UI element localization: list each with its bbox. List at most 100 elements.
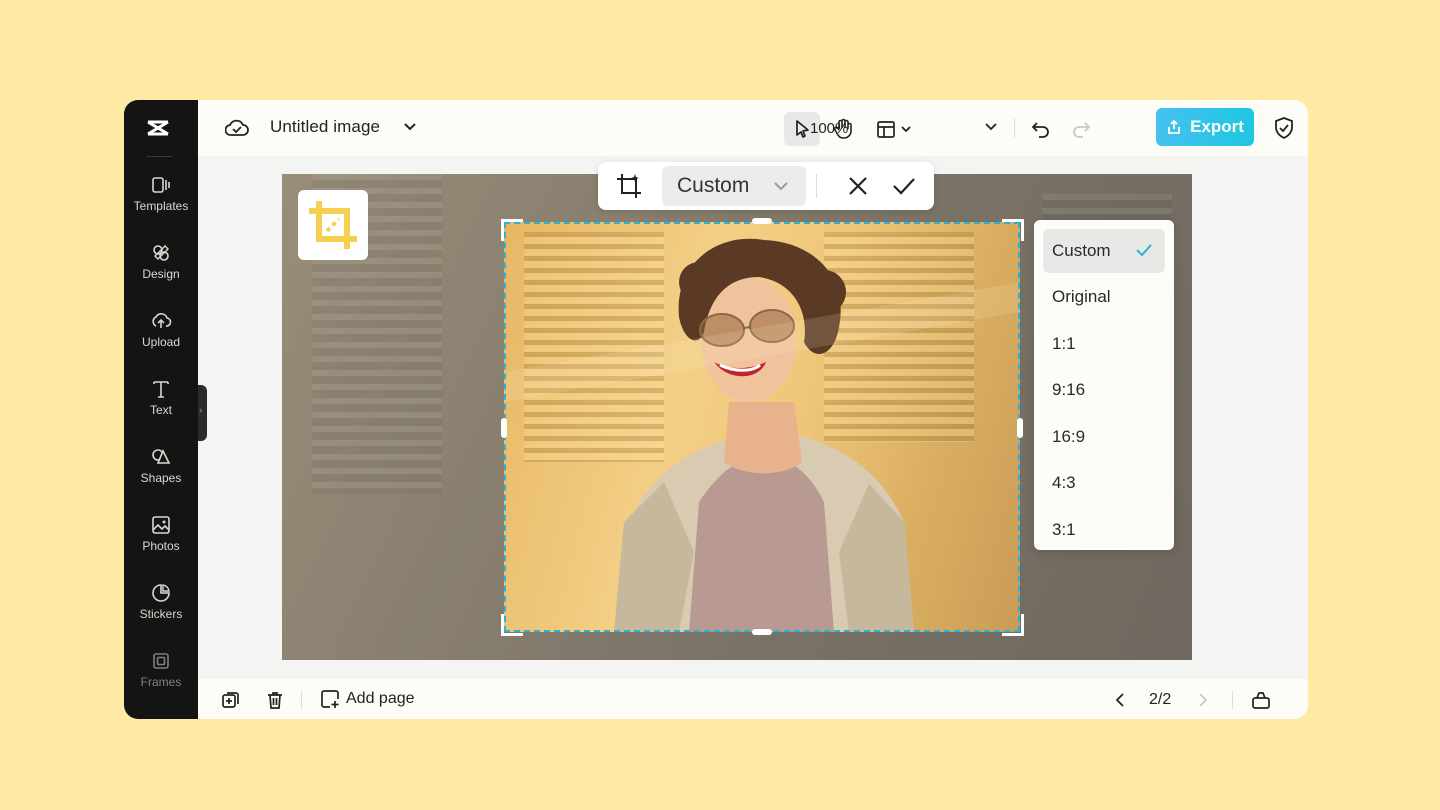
- frames-icon: [153, 653, 169, 669]
- bottom-toolbar: Add page 2/2: [198, 679, 1308, 719]
- zoom-chevron-down-icon[interactable]: [982, 118, 1000, 136]
- sidebar-item-label: Shapes: [140, 471, 182, 485]
- crop-corner-handle[interactable]: [501, 219, 523, 241]
- chevron-left-icon: [1115, 693, 1124, 707]
- ratio-option-original[interactable]: Original: [1043, 275, 1165, 319]
- document-title[interactable]: Untitled image: [270, 117, 380, 137]
- sidebar-item-frames[interactable]: Frames: [124, 650, 198, 706]
- ratio-option-label: 16:9: [1052, 427, 1086, 446]
- sidebar-item-label: Stickers: [139, 607, 183, 621]
- crop-corner-handle[interactable]: [1002, 219, 1024, 241]
- share-upload-icon: [1168, 119, 1180, 134]
- sidebar-item-templates[interactable]: Templates: [124, 174, 198, 230]
- crop-feature-badge: [298, 190, 368, 260]
- undo-icon: [1031, 122, 1049, 138]
- cloud-sync-icon[interactable]: [224, 116, 250, 140]
- text-icon: [153, 381, 169, 398]
- top-toolbar: Untitled image 100% Export: [198, 100, 1308, 156]
- ratio-option-label: Original: [1052, 287, 1111, 306]
- ratio-option-custom[interactable]: Custom: [1043, 229, 1165, 273]
- ratio-option-1-1[interactable]: 1:1: [1043, 322, 1165, 366]
- crop-sparkle-icon: [617, 174, 641, 198]
- zoom-level[interactable]: 100%: [810, 120, 848, 137]
- sidebar-item-label: Templates: [133, 199, 189, 213]
- sidebar: Templates Design Upload Text Shapes Phot…: [124, 100, 198, 719]
- app-logo-icon[interactable]: [144, 114, 172, 142]
- cancel-crop-button[interactable]: [844, 172, 872, 200]
- stickers-icon: [152, 584, 170, 602]
- duplicate-icon: [222, 692, 239, 708]
- crop-corner-handle[interactable]: [1002, 614, 1024, 636]
- crop-frame[interactable]: [504, 222, 1020, 632]
- layout-dropdown-button[interactable]: [870, 114, 918, 144]
- delete-page-button[interactable]: [264, 689, 286, 711]
- sidebar-item-label: Upload: [141, 335, 181, 349]
- ratio-option-label: 3:1: [1052, 520, 1076, 539]
- sidebar-item-label: Text: [149, 403, 172, 417]
- sidebar-item-label: Frames: [140, 675, 182, 689]
- add-page-label: Add page: [346, 690, 415, 707]
- sidebar-item-upload[interactable]: Upload: [124, 310, 198, 366]
- check-icon: [893, 178, 915, 195]
- upload-icon: [152, 313, 172, 328]
- crop-edge-handle-bottom[interactable]: [752, 629, 772, 635]
- ratio-option-16-9[interactable]: 16:9: [1043, 415, 1165, 459]
- templates-icon: [152, 177, 170, 193]
- title-chevron-down-icon[interactable]: [401, 118, 419, 136]
- aspect-ratio-menu: Custom Original 1:1 9:16 16:9 4:3 3:1: [1034, 220, 1174, 550]
- shapes-icon: [152, 449, 171, 464]
- chevron-down-icon: [774, 182, 788, 191]
- page-panel-toggle-button[interactable]: [1250, 689, 1272, 711]
- add-page-button[interactable]: Add page: [320, 689, 415, 709]
- crop-icon: [309, 201, 357, 249]
- redo-button[interactable]: [1070, 118, 1092, 140]
- ratio-option-9-16[interactable]: 9:16: [1043, 368, 1165, 412]
- chevron-right-icon: ›: [199, 405, 203, 416]
- ratio-option-3-1[interactable]: 3:1: [1043, 508, 1165, 552]
- undo-button[interactable]: [1030, 118, 1052, 140]
- export-label: Export: [1190, 117, 1244, 136]
- ratio-option-label: 9:16: [1052, 380, 1086, 399]
- crop-edge-handle-top[interactable]: [752, 218, 772, 224]
- close-icon: [849, 177, 867, 195]
- ratio-option-label: 4:3: [1052, 473, 1076, 492]
- toolbar-divider: [1014, 118, 1015, 138]
- sidebar-item-label: Design: [142, 267, 180, 281]
- sidebar-item-shapes[interactable]: Shapes: [124, 446, 198, 502]
- shield-check-icon: [1275, 117, 1293, 140]
- crop-corner-handle[interactable]: [501, 614, 523, 636]
- sidebar-item-label: Photos: [142, 539, 180, 553]
- ratio-option-4-3[interactable]: 4:3: [1043, 461, 1165, 505]
- ratio-option-label: 1:1: [1052, 334, 1076, 353]
- previous-page-button[interactable]: [1110, 690, 1130, 710]
- sidebar-collapse-handle[interactable]: ›: [198, 385, 207, 441]
- pointer-icon: [796, 120, 809, 138]
- duplicate-page-button[interactable]: [220, 689, 242, 711]
- next-page-button[interactable]: [1193, 690, 1213, 710]
- layout-icon: [877, 121, 911, 138]
- export-button[interactable]: Export: [1156, 108, 1254, 146]
- crop-edge-handle-right[interactable]: [1017, 418, 1023, 438]
- redo-icon: [1073, 122, 1091, 138]
- chevron-right-icon: [1199, 693, 1208, 707]
- panel-toggle-icon: [1252, 692, 1270, 709]
- sidebar-item-photos[interactable]: Photos: [124, 514, 198, 570]
- shield-check-button[interactable]: [1271, 114, 1297, 142]
- check-icon: [1136, 244, 1152, 257]
- bottom-divider: [301, 691, 302, 709]
- sidebar-divider: [146, 156, 172, 157]
- apply-crop-button[interactable]: [890, 172, 918, 200]
- bottom-divider: [1232, 691, 1233, 709]
- aspect-ratio-select[interactable]: Custom: [662, 166, 806, 206]
- trash-icon: [268, 692, 282, 709]
- aspect-ratio-value: Custom: [677, 174, 750, 197]
- sidebar-item-design[interactable]: Design: [124, 242, 198, 298]
- sidebar-item-text[interactable]: Text: [124, 378, 198, 434]
- sidebar-item-stickers[interactable]: Stickers: [124, 582, 198, 638]
- smart-crop-button[interactable]: [614, 171, 644, 201]
- design-icon: [153, 245, 169, 261]
- add-page-icon: [321, 690, 339, 708]
- photos-icon: [152, 516, 170, 534]
- page-indicator: 2/2: [1149, 691, 1172, 708]
- crop-edge-handle-left[interactable]: [501, 418, 507, 438]
